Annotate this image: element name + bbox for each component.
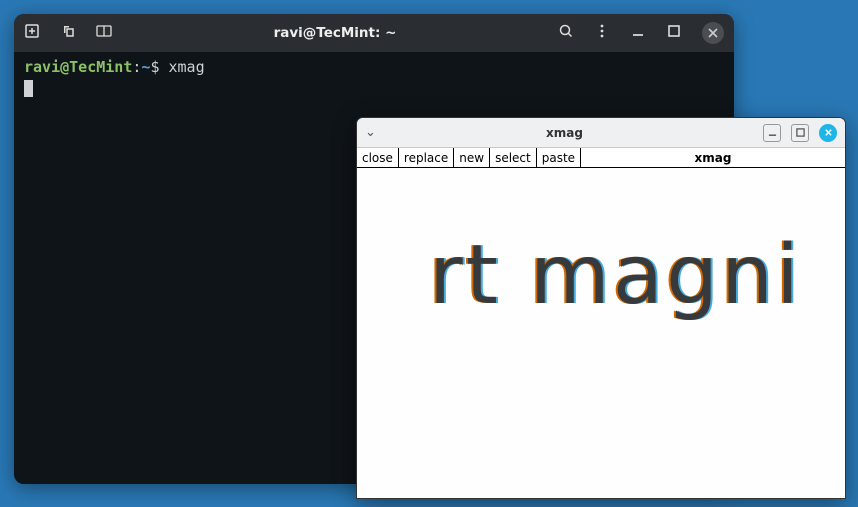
minimize-icon[interactable]: [763, 124, 781, 142]
new-button[interactable]: new: [454, 148, 490, 167]
xmag-toolbar-label: xmag: [581, 148, 845, 167]
titlebar-left-controls: [24, 23, 112, 43]
xmag-window: ⌄ xmag close replace new select paste xm…: [356, 117, 846, 499]
minimize-icon[interactable]: [630, 23, 646, 43]
replace-button[interactable]: replace: [399, 148, 454, 167]
menu-icon[interactable]: [594, 23, 610, 43]
prompt-symbol: $: [150, 58, 159, 76]
xmag-title: xmag: [376, 126, 753, 140]
terminal-title: ravi@TecMint: ~: [130, 25, 540, 41]
new-tab-icon[interactable]: [24, 23, 40, 43]
xmag-toolbar: close replace new select paste xmag: [357, 148, 845, 168]
terminal-command: xmag: [169, 58, 205, 76]
prompt-user: ravi: [24, 58, 60, 76]
chevron-down-icon[interactable]: ⌄: [365, 125, 376, 140]
magnified-text: rt magni: [429, 228, 802, 323]
maximize-icon[interactable]: [666, 23, 682, 43]
search-icon[interactable]: [558, 23, 574, 43]
paste-button[interactable]: paste: [537, 148, 581, 167]
new-window-icon[interactable]: [60, 23, 76, 43]
prompt-host: TecMint: [69, 58, 132, 76]
terminal-titlebar: ravi@TecMint: ~: [14, 14, 734, 52]
terminal-cursor-line: [24, 78, 724, 98]
close-icon[interactable]: [819, 124, 837, 142]
close-icon[interactable]: [702, 22, 724, 44]
split-icon[interactable]: [96, 23, 112, 43]
xmag-canvas[interactable]: rt magni: [357, 168, 845, 498]
maximize-icon[interactable]: [791, 124, 809, 142]
xmag-titlebar: ⌄ xmag: [357, 118, 845, 148]
cursor-icon: [24, 80, 33, 97]
titlebar-right-controls: [558, 22, 724, 44]
prompt-at: @: [60, 58, 69, 76]
terminal-line: ravi@TecMint:~$ xmag: [24, 58, 724, 78]
close-button[interactable]: close: [357, 148, 399, 167]
select-button[interactable]: select: [490, 148, 537, 167]
